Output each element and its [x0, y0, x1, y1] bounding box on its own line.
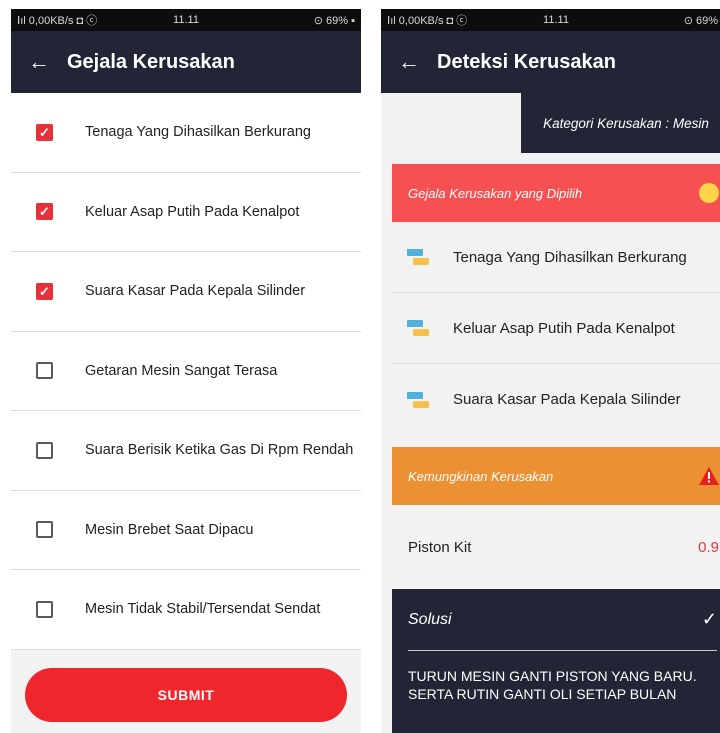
solution-header: Solusi ✓ — [408, 589, 717, 651]
checkbox-icon[interactable] — [36, 600, 53, 618]
selected-symptom-label: Suara Kasar Pada Kepala Silinder — [453, 391, 681, 408]
network-status: ⵏıl 0,00KB/s ◘ ⓒ — [17, 15, 98, 27]
app-bar: ← Gejala Kerusakan — [11, 31, 361, 93]
selected-symptoms-header: Gejala Kerusakan yang Dipilih — [392, 164, 720, 222]
symptom-label: Getaran Mesin Sangat Terasa — [85, 362, 278, 379]
solution-title: Solusi — [408, 610, 452, 628]
symptom-screen: ⵏıl 0,00KB/s ◘ ⓒ 11.11 ⊙ 69% ▪ ← Gejala … — [11, 9, 361, 733]
solution-text: TURUN MESIN GANTI PISTON YANG BARU. SERT… — [408, 651, 717, 703]
detection-screen: ⵏıl 0,00KB/s ◘ ⓒ 11.11 ⊙ 69% ▪ ← Deteksi… — [381, 9, 720, 733]
solution-line: TURUN MESIN GANTI PISTON YANG BARU. — [408, 668, 697, 684]
info-icon — [699, 183, 719, 203]
submit-area: SUBMIT — [11, 649, 361, 722]
solution-card: Solusi ✓ TURUN MESIN GANTI PISTON YANG B… — [392, 589, 720, 733]
symptom-label: Suara Kasar Pada Kepala Silinder — [85, 283, 306, 300]
status-time: 11.11 — [173, 14, 199, 26]
symptom-item[interactable]: Getaran Mesin Sangat Terasa — [11, 331, 361, 411]
symptom-item[interactable]: Suara Berisik Ketika Gas Di Rpm Rendah — [11, 411, 361, 491]
back-arrow-icon[interactable]: ← — [381, 49, 437, 75]
symptom-item[interactable]: Mesin Tidak Stabil/Tersendat Sendat — [11, 570, 361, 650]
swap-icon — [407, 390, 429, 410]
selected-symptom-list: Tenaga Yang Dihasilkan Berkurang Keluar … — [381, 222, 720, 435]
result-row: Piston Kit 0.9 — [392, 505, 720, 589]
list-item: Tenaga Yang Dihasilkan Berkurang — [392, 222, 720, 293]
submit-button[interactable]: SUBMIT — [25, 667, 347, 722]
selected-symptoms-title: Gejala Kerusakan yang Dipilih — [408, 185, 583, 201]
symptom-item[interactable]: Mesin Brebet Saat Dipacu — [11, 490, 361, 570]
symptom-item[interactable]: ✓ Tenaga Yang Dihasilkan Berkurang — [11, 93, 361, 173]
symptom-label: Tenaga Yang Dihasilkan Berkurang — [85, 124, 311, 141]
app-bar: ← Deteksi Kerusakan — [381, 31, 720, 93]
page-title: Gejala Kerusakan — [67, 50, 235, 73]
swap-icon — [407, 247, 429, 267]
symptom-label: Mesin Brebet Saat Dipacu — [85, 521, 254, 538]
checkbox-icon[interactable] — [36, 362, 53, 380]
damage-name: Piston Kit — [408, 538, 472, 556]
checkbox-icon[interactable]: ✓ — [36, 282, 53, 300]
symptom-label: Keluar Asap Putih Pada Kenalpot — [85, 203, 300, 220]
selected-symptom-label: Tenaga Yang Dihasilkan Berkurang — [453, 248, 687, 266]
category-strip: Kategori Kerusakan : Mesin — [381, 93, 720, 153]
symptom-label: Suara Berisik Ketika Gas Di Rpm Rendah — [85, 442, 354, 459]
status-bar: ⵏıl 0,00KB/s ◘ ⓒ 11.11 ⊙ 69% ▪ — [381, 9, 720, 31]
back-arrow-icon[interactable]: ← — [11, 49, 67, 75]
swap-icon — [407, 318, 429, 338]
possible-damage-title: Kemungkinan Kerusakan — [408, 468, 554, 484]
possible-damage-header: Kemungkinan Kerusakan — [392, 447, 720, 505]
checkbox-icon[interactable] — [36, 441, 53, 459]
status-bar: ⵏıl 0,00KB/s ◘ ⓒ 11.11 ⊙ 69% ▪ — [11, 9, 361, 31]
status-time: 11.11 — [543, 14, 569, 26]
symptom-item[interactable]: ✓ Suara Kasar Pada Kepala Silinder — [11, 252, 361, 332]
symptom-label: Mesin Tidak Stabil/Tersendat Sendat — [85, 601, 321, 618]
symptom-item[interactable]: ✓ Keluar Asap Putih Pada Kenalpot — [11, 172, 361, 252]
damage-probability: 0.9 — [698, 538, 719, 556]
symptom-list: ✓ Tenaga Yang Dihasilkan Berkurang ✓ Kel… — [11, 93, 361, 650]
network-status: ⵏıl 0,00KB/s ◘ ⓒ — [387, 15, 468, 27]
checkbox-icon[interactable]: ✓ — [36, 203, 53, 221]
warning-icon — [699, 466, 719, 486]
checkbox-icon[interactable]: ✓ — [36, 123, 53, 141]
battery-status: ⊙ 69% ▪ — [313, 14, 356, 27]
solution-line: SERTA RUTIN GANTI OLI SETIAP BULAN — [408, 686, 677, 702]
checkmark-icon: ✓ — [701, 609, 717, 629]
battery-status: ⊙ 69% ▪ — [683, 14, 720, 27]
list-item: Suara Kasar Pada Kepala Silinder — [392, 364, 720, 435]
list-item: Keluar Asap Putih Pada Kenalpot — [392, 293, 720, 364]
checkbox-icon[interactable] — [36, 521, 53, 539]
page-title: Deteksi Kerusakan — [437, 50, 616, 73]
selected-symptom-label: Keluar Asap Putih Pada Kenalpot — [453, 319, 675, 337]
category-label: Kategori Kerusakan : Mesin — [521, 93, 720, 153]
